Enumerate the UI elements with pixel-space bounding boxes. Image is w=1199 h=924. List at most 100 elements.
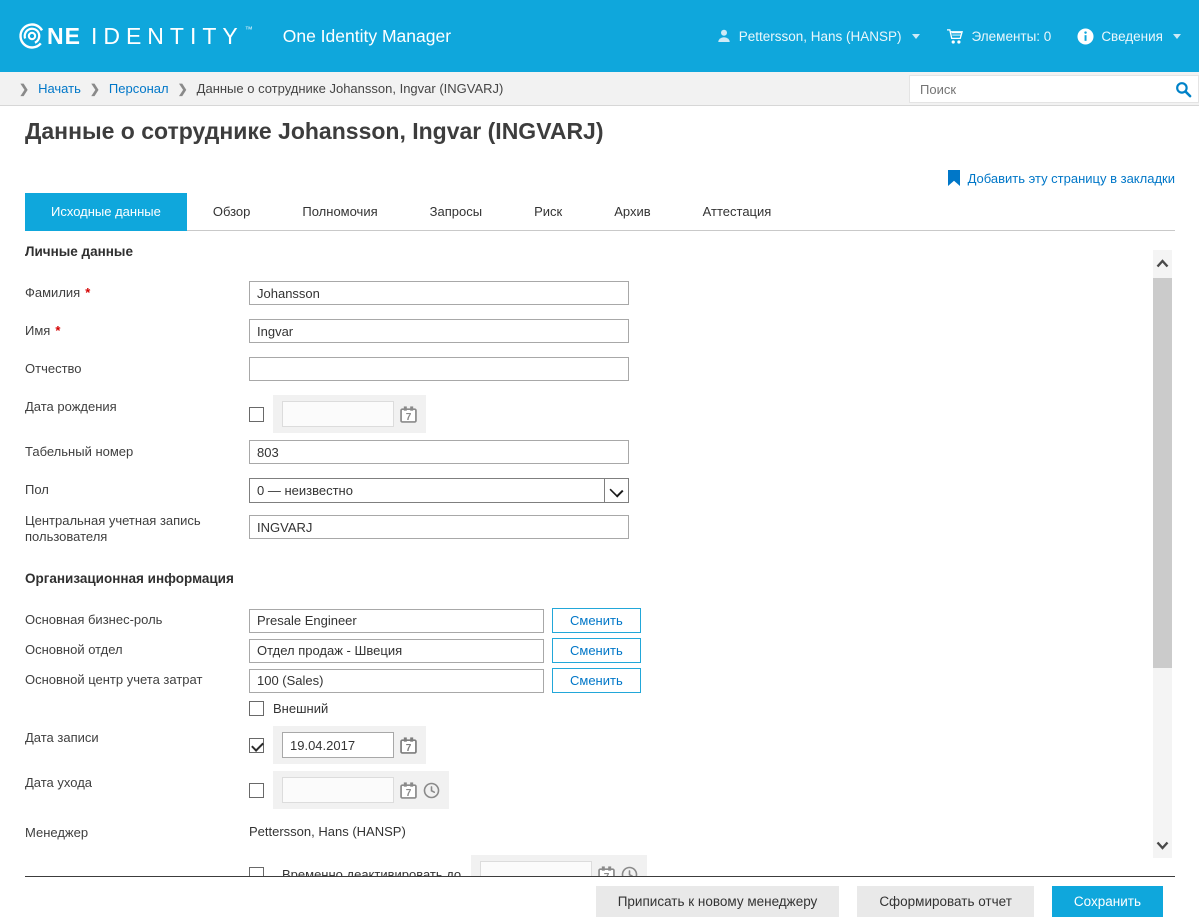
field-row-personnel-number: Табельный номер <box>25 440 1199 464</box>
cart-items[interactable]: Элементы: 0 <box>946 28 1052 45</box>
user-icon <box>718 29 730 42</box>
svg-text:7: 7 <box>406 787 412 798</box>
birthdate-enable-checkbox[interactable] <box>249 406 264 422</box>
gender-select-value: 0 — неизвестно <box>257 483 353 498</box>
tab-strip: Исходные данные Обзор Полномочия Запросы… <box>25 193 1175 231</box>
deactivate-until-panel: 7 <box>471 855 648 876</box>
external-label-spacer <box>25 701 249 705</box>
section-organizational-info: Организационная информация <box>25 571 234 586</box>
footer-divider <box>25 876 1175 877</box>
app-window: NE IDENTITY ™ One Identity Manager Pette… <box>0 0 1199 924</box>
tab-risk[interactable]: Риск <box>508 193 588 231</box>
save-button[interactable]: Сохранить <box>1051 886 1163 917</box>
field-row-middlename: Отчество <box>25 357 1199 381</box>
breadcrumb-home-link[interactable]: Начать <box>38 81 81 96</box>
section-personal-data: Личные данные <box>25 244 133 259</box>
field-row-lastname: Фамилия * <box>25 281 1199 305</box>
form-scroll-area: Личные данные Фамилия* Имя* Отчество Дат… <box>0 231 1199 876</box>
user-menu[interactable]: Pettersson, Hans (HANSP) <box>716 28 920 44</box>
assign-new-manager-button[interactable]: Приписать к новому менеджеру <box>595 886 840 917</box>
svg-text:7: 7 <box>406 411 412 422</box>
search-box <box>909 75 1199 103</box>
scroll-down-button[interactable] <box>1153 832 1172 858</box>
main-content: Данные о сотруднике Johansson, Ingvar (I… <box>0 106 1199 876</box>
central-account-label: Центральная учетная запись пользователя <box>25 513 201 544</box>
info-menu[interactable]: Сведения <box>1077 27 1181 45</box>
leaving-date-panel: 7 <box>273 771 449 809</box>
cost-center-input[interactable] <box>249 668 544 693</box>
clock-icon[interactable] <box>621 866 638 876</box>
department-input[interactable] <box>249 638 544 663</box>
birthdate-label: Дата рождения <box>25 399 117 414</box>
field-row-gender: Пол 0 — неизвестно <box>25 478 1199 503</box>
field-row-cost-center: Основной центр учета затрат Сменить <box>25 668 1199 693</box>
external-checkbox[interactable] <box>249 701 264 716</box>
personnel-number-input[interactable] <box>249 440 629 464</box>
business-role-label: Основная бизнес-роль <box>25 612 163 627</box>
manager-label: Менеджер <box>25 825 89 840</box>
info-icon <box>1077 27 1094 45</box>
field-row-business-role: Основная бизнес-роль Сменить <box>25 608 1199 633</box>
tab-entitlements[interactable]: Полномочия <box>276 193 403 231</box>
lastname-input[interactable] <box>249 281 629 305</box>
birthdate-input <box>282 401 394 427</box>
tab-requests[interactable]: Запросы <box>404 193 508 231</box>
gender-select[interactable]: 0 — неизвестно <box>249 478 629 503</box>
logo-rings-icon <box>19 23 45 49</box>
search-icon[interactable] <box>1175 81 1192 98</box>
field-row-deactivate-until: Временно деактивировать до 7 <box>25 855 1199 876</box>
birthdate-control: 7 <box>249 395 426 433</box>
app-title: One Identity Manager <box>282 25 452 46</box>
change-cost-center-button[interactable]: Сменить <box>552 668 641 693</box>
gender-label: Пол <box>25 482 49 497</box>
firstname-label: Имя * <box>25 323 61 338</box>
calendar-icon[interactable]: 7 <box>598 865 615 876</box>
breadcrumb-section-link[interactable]: Персонал <box>109 81 169 96</box>
department-label: Основной отдел <box>25 642 123 657</box>
leaving-date-input <box>282 777 394 803</box>
scrollbar-thumb[interactable] <box>1153 278 1172 668</box>
required-asterisk: * <box>85 285 91 300</box>
central-account-input[interactable] <box>249 515 629 539</box>
deactivate-until-input <box>480 861 593 876</box>
calendar-icon[interactable]: 7 <box>400 736 417 754</box>
tab-attestation[interactable]: Аттестация <box>677 193 798 231</box>
vertical-scrollbar[interactable] <box>1153 250 1172 858</box>
middlename-input[interactable] <box>249 357 629 381</box>
change-business-role-button[interactable]: Сменить <box>552 608 641 633</box>
one-identity-logo: NE IDENTITY ™ <box>18 22 253 50</box>
search-input[interactable] <box>910 76 1166 102</box>
logo-text-light: IDENTITY <box>90 22 244 49</box>
required-asterisk: * <box>55 323 61 338</box>
app-header: NE IDENTITY ™ One Identity Manager Pette… <box>0 0 1199 72</box>
firstname-input[interactable] <box>249 319 629 343</box>
tab-overview[interactable]: Обзор <box>187 193 277 231</box>
user-menu-label: Pettersson, Hans (HANSP) <box>738 28 902 44</box>
add-bookmark-link[interactable]: Добавить эту страницу в закладки <box>947 170 1175 186</box>
field-row-central-account: Центральная учетная запись пользователя <box>25 509 1199 545</box>
entry-date-panel: 7 <box>273 726 426 764</box>
header-actions: Pettersson, Hans (HANSP) Элементы: 0 Све… <box>716 27 1181 45</box>
generate-report-button[interactable]: Сформировать отчет <box>857 886 1034 917</box>
change-department-button[interactable]: Сменить <box>552 638 641 663</box>
add-bookmark-label: Добавить эту страницу в закладки <box>967 170 1175 186</box>
tab-master-data[interactable]: Исходные данные <box>25 193 187 231</box>
cart-items-label: Элементы: 0 <box>971 28 1052 44</box>
scroll-up-button[interactable] <box>1153 250 1172 276</box>
business-role-input[interactable] <box>249 608 544 633</box>
entry-date-input[interactable] <box>282 732 394 758</box>
chevron-down-icon <box>1156 841 1169 850</box>
deactivate-until-checkbox[interactable] <box>249 866 264 876</box>
chevron-down-icon <box>1173 33 1181 39</box>
tab-history[interactable]: Архив <box>588 193 676 231</box>
field-row-external: Внешний <box>25 701 1199 716</box>
field-row-manager: Менеджер Pettersson, Hans (HANSP) <box>25 821 1199 841</box>
clock-icon[interactable] <box>423 782 440 799</box>
entry-date-enable-checkbox[interactable] <box>249 737 264 753</box>
leaving-date-enable-checkbox[interactable] <box>249 782 264 798</box>
deactivate-until-control: Временно деактивировать до 7 <box>249 855 648 876</box>
chevron-down-icon <box>911 33 920 39</box>
calendar-icon[interactable]: 7 <box>400 405 417 423</box>
breadcrumb: ❯ Начать ❯ Персонал ❯ Данные о сотрудник… <box>0 72 1199 106</box>
calendar-icon[interactable]: 7 <box>400 781 417 799</box>
